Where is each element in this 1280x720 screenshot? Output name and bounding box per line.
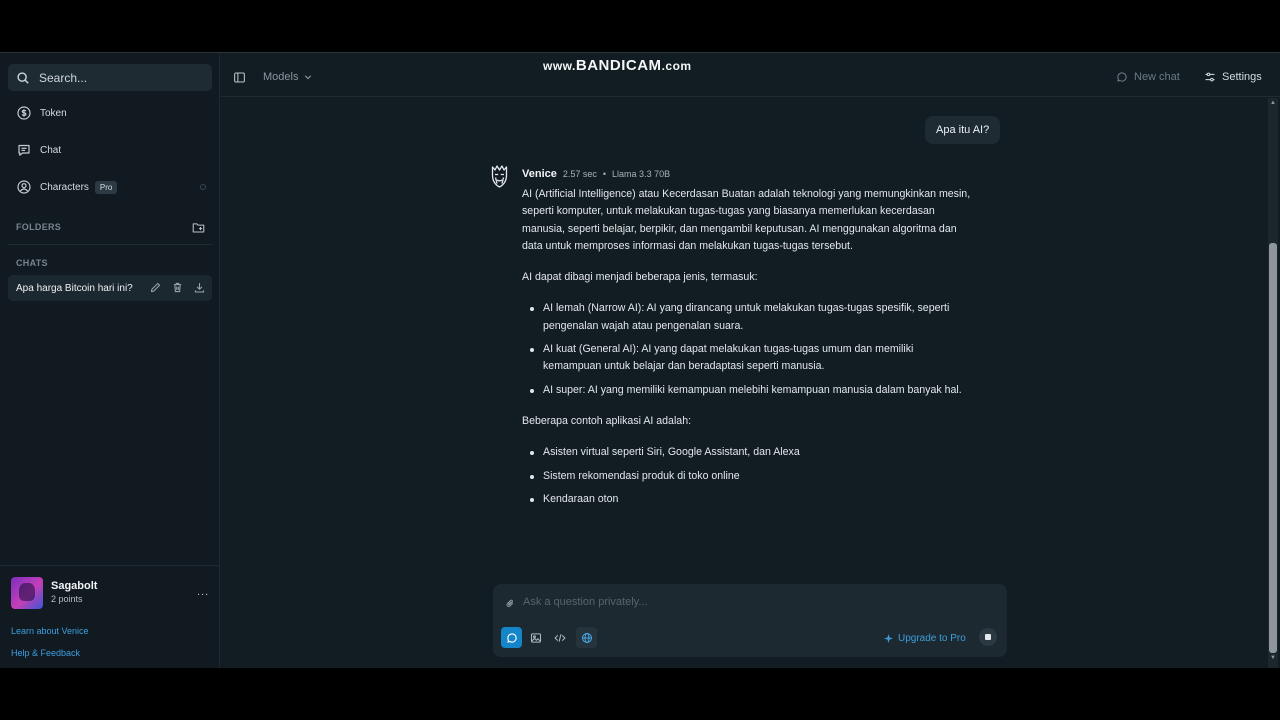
chat-history-item[interactable]: Apa harga Bitcoin hari ini? (8, 275, 212, 301)
list-item: Kendaraan oton (522, 491, 972, 508)
sliders-icon (1204, 71, 1216, 83)
search-icon (16, 71, 30, 85)
chat-item-actions (149, 281, 206, 294)
list-item: Asisten virtual seperti Siri, Google Ass… (522, 444, 972, 461)
paperclip-icon[interactable] (505, 596, 516, 607)
search-box[interactable]: Search... (8, 64, 212, 91)
assistant-meta: Venice 2.57 sec • Llama 3.3 70B (522, 168, 670, 180)
sidebar-toggle-icon[interactable] (233, 71, 246, 84)
folders-heading: FOLDERS (16, 222, 62, 232)
list-item: AI kuat (General AI): AI yang dapat mela… (522, 341, 972, 376)
stop-icon (985, 634, 991, 640)
settings-label: Settings (1222, 71, 1262, 83)
list-item: Sistem rekomendasi produk di toko online (522, 468, 972, 485)
list-item: AI super: AI yang memiliki kemampuan mel… (522, 382, 972, 399)
add-folder-icon[interactable] (192, 221, 205, 234)
new-chat-label: New chat (1134, 71, 1180, 83)
chats-heading: CHATS (16, 258, 48, 268)
image-mode-button[interactable] (525, 627, 546, 648)
models-dropdown[interactable]: Models (263, 71, 313, 83)
web-search-button[interactable] (576, 627, 597, 648)
answer-list: Asisten virtual seperti Siri, Google Ass… (522, 444, 972, 508)
models-label: Models (263, 71, 299, 83)
avatar[interactable] (11, 577, 43, 609)
chat-icon (16, 142, 32, 158)
code-mode-button[interactable] (549, 627, 570, 648)
edit-icon[interactable] (149, 281, 162, 294)
image-icon (530, 632, 541, 643)
top-header: Models www.BANDICAM.com New chat Setting… (221, 53, 1280, 97)
user-points: 2 points (51, 594, 83, 604)
sidebar-item-characters[interactable]: Characters Pro (8, 174, 212, 200)
chevron-down-icon (303, 72, 313, 82)
question-input[interactable] (523, 593, 983, 611)
list-item: AI lemah (Narrow AI): AI yang dirancang … (522, 300, 972, 335)
settings-button[interactable]: Settings (1204, 71, 1262, 83)
status-dot-icon (200, 184, 206, 190)
new-chat-button[interactable]: New chat (1116, 71, 1180, 83)
message-composer: Upgrade to Pro (493, 584, 1007, 657)
chat-bubble-icon (506, 632, 517, 643)
recording-bottom-bar (0, 668, 1280, 720)
user-circle-icon (16, 179, 32, 195)
trash-icon[interactable] (171, 281, 184, 294)
bandicam-watermark: www.BANDICAM.com (543, 57, 692, 74)
sidebar-item-label: Characters (40, 181, 89, 193)
sidebar: Search... Token Chat Characters Pro FOLD… (0, 53, 220, 669)
search-label: Search... (39, 70, 88, 85)
globe-icon (581, 632, 592, 643)
code-icon (553, 633, 566, 642)
scrollbar-thumb[interactable] (1269, 243, 1277, 653)
answer-paragraph: AI (Artificial Intelligence) atau Kecerd… (522, 188, 971, 252)
assistant-answer: AI (Artificial Intelligence) atau Kecerd… (522, 186, 972, 522)
upgrade-label: Upgrade to Pro (898, 633, 966, 644)
chat-history-title: Apa harga Bitcoin hari ini? (16, 282, 133, 294)
sidebar-item-token[interactable]: Token (8, 100, 212, 126)
answer-paragraph: Beberapa contoh aplikasi AI adalah: (522, 414, 692, 427)
pro-badge: Pro (94, 180, 118, 194)
assistant-name: Venice (522, 168, 557, 180)
new-chat-icon (1116, 71, 1128, 83)
venice-mask-icon (489, 164, 510, 190)
user-name: Sagabolt (51, 580, 98, 592)
answer-paragraph: AI dapat dibagi menjadi beberapa jenis, … (522, 271, 758, 284)
help-feedback-link[interactable]: Help & Feedback (11, 648, 80, 658)
user-message-bubble: Apa itu AI? (925, 116, 1001, 144)
user-section-divider (0, 565, 220, 566)
learn-about-link[interactable]: Learn about Venice (11, 626, 89, 636)
user-menu-button[interactable]: ... (197, 586, 209, 598)
dollar-circle-icon (16, 105, 32, 121)
model-name: Llama 3.3 70B (612, 169, 671, 179)
scroll-up-arrow-icon[interactable]: ▲ (1269, 100, 1277, 106)
meta-separator: • (602, 169, 607, 179)
sidebar-item-chat[interactable]: Chat (8, 137, 212, 163)
sidebar-item-label: Chat (40, 144, 62, 156)
upgrade-to-pro-link[interactable]: Upgrade to Pro (884, 633, 966, 644)
text-mode-button[interactable] (501, 627, 522, 648)
download-icon[interactable] (193, 281, 206, 294)
sparkle-icon (884, 634, 893, 643)
app-window: Search... Token Chat Characters Pro FOLD… (0, 52, 1280, 669)
sidebar-divider (8, 244, 212, 245)
stop-button[interactable] (979, 628, 997, 646)
scroll-down-arrow-icon[interactable]: ▼ (1269, 655, 1277, 661)
answer-list: AI lemah (Narrow AI): AI yang dirancang … (522, 300, 972, 398)
response-time: 2.57 sec (562, 169, 597, 179)
sidebar-item-label: Token (40, 107, 67, 119)
recording-top-bar (0, 0, 1280, 52)
